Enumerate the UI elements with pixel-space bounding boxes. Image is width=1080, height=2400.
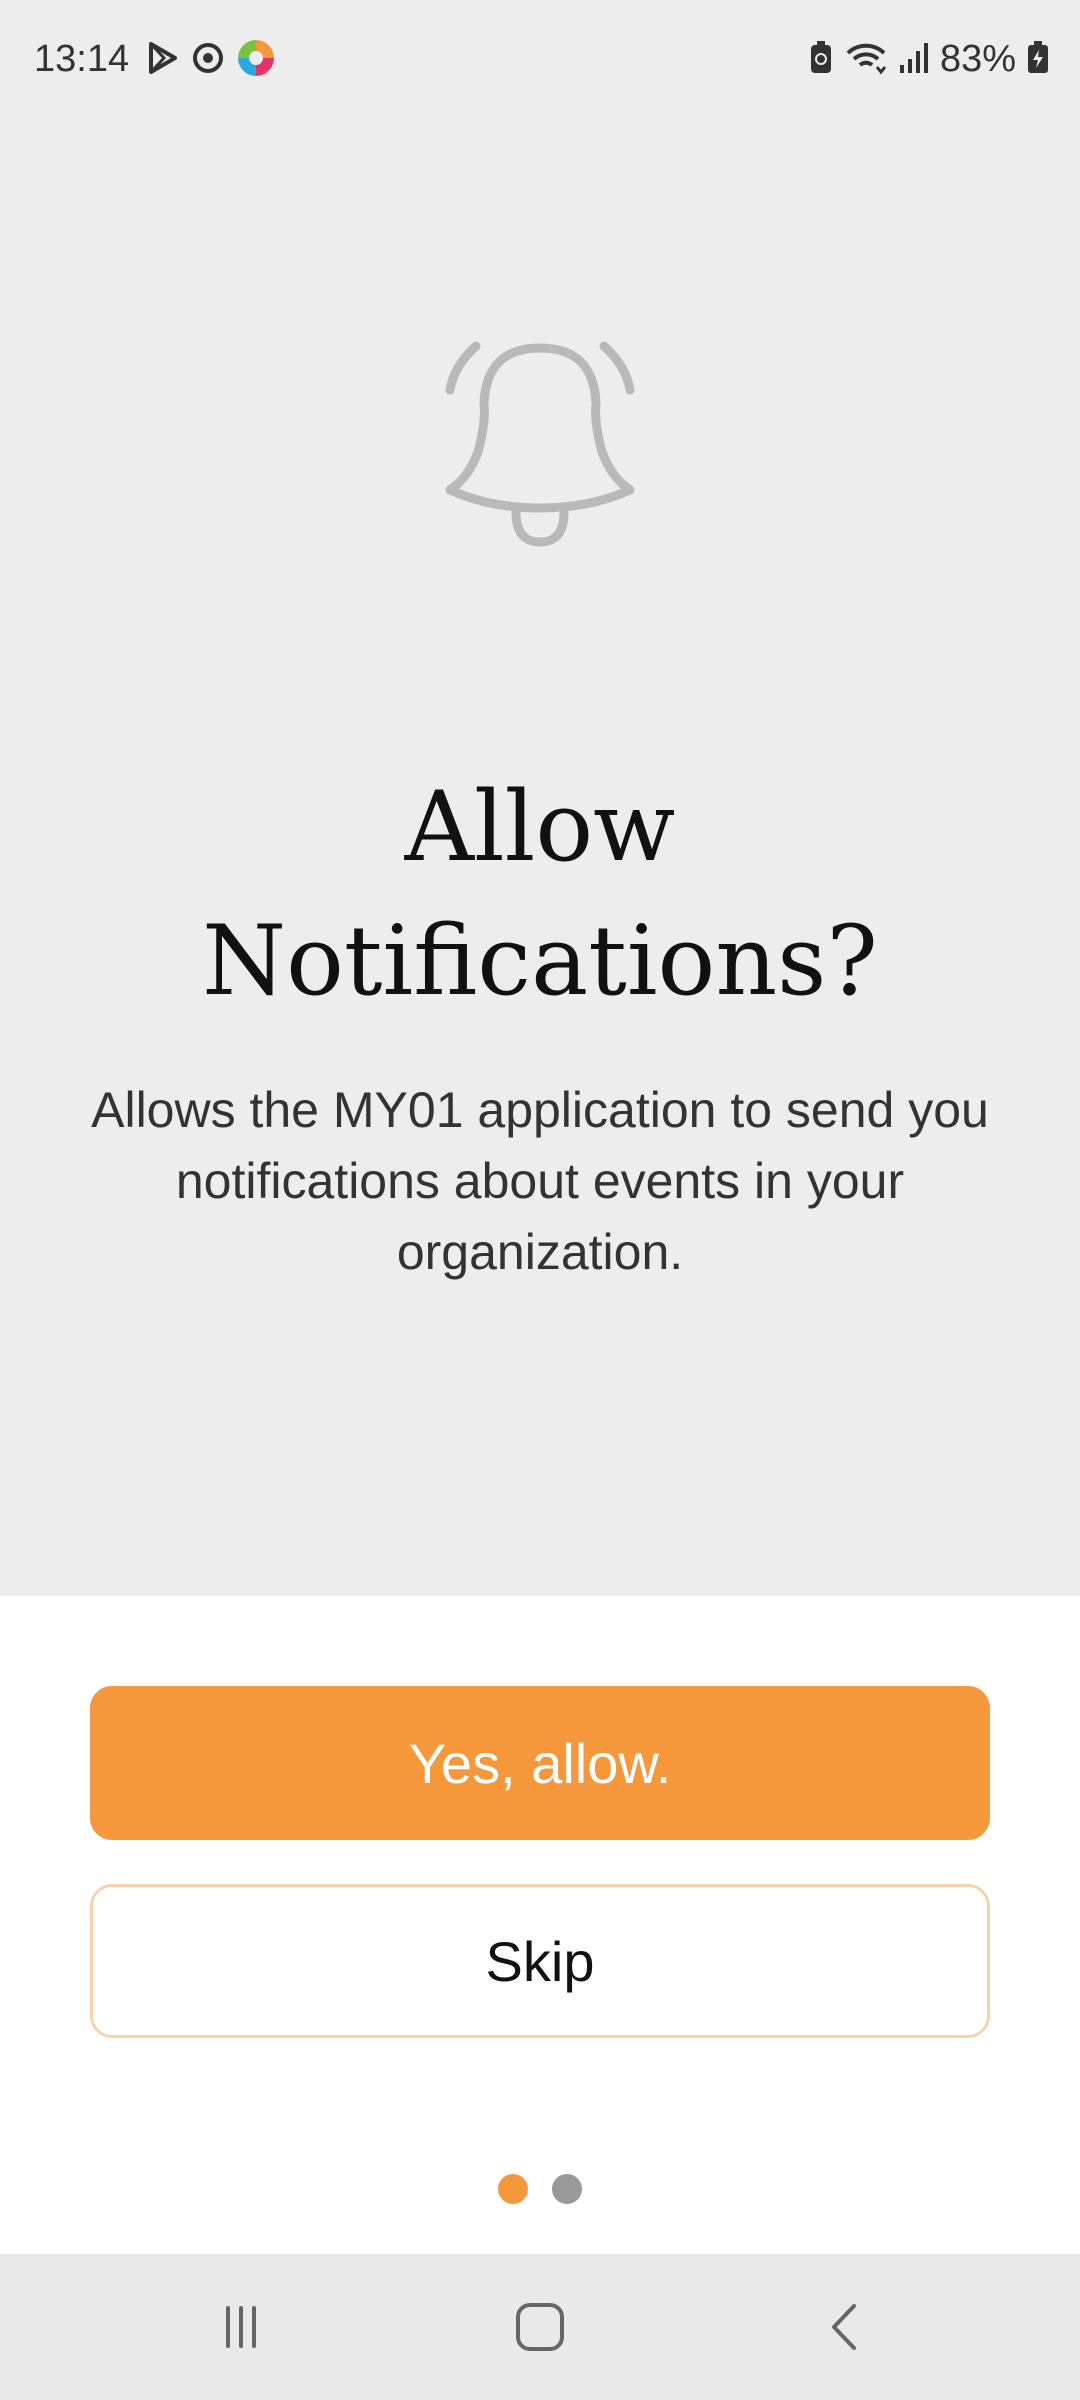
sync-icon — [190, 40, 226, 81]
wifi-icon — [844, 39, 888, 80]
home-icon — [513, 2300, 567, 2359]
home-button[interactable] — [495, 2284, 585, 2374]
battery-saver-icon — [808, 39, 834, 80]
app-logo-icon — [236, 38, 276, 83]
page-dot-1 — [498, 2174, 528, 2204]
system-nav-bar — [0, 2254, 1080, 2400]
page-description: Allows the MY01 application to send you … — [91, 1082, 989, 1280]
allow-button[interactable]: Yes, allow. — [90, 1686, 990, 1840]
signal-icon — [898, 39, 930, 80]
back-icon — [820, 2302, 870, 2357]
page-title: Allow Notifications? — [202, 771, 878, 1017]
action-sheet: Yes, allow. Skip — [0, 1596, 1080, 2254]
status-left-icons — [144, 38, 276, 83]
status-time: 13:14 — [34, 38, 130, 80]
back-button[interactable] — [800, 2284, 890, 2374]
recents-icon — [216, 2302, 266, 2357]
bell-icon — [430, 330, 650, 570]
status-bar: 13:14 83% — [0, 0, 1080, 120]
page-indicator — [0, 2174, 1080, 2204]
play-icon — [144, 40, 180, 81]
skip-button[interactable]: Skip — [90, 1884, 990, 2038]
battery-percent: 83% — [939, 38, 1016, 80]
notification-prompt: Allow Notifications? Allows the MY01 app… — [0, 120, 1080, 1596]
recents-button[interactable] — [196, 2284, 286, 2374]
status-right: 83% — [808, 38, 1050, 81]
page-dot-2 — [552, 2174, 582, 2204]
battery-charging-icon — [1026, 39, 1050, 80]
